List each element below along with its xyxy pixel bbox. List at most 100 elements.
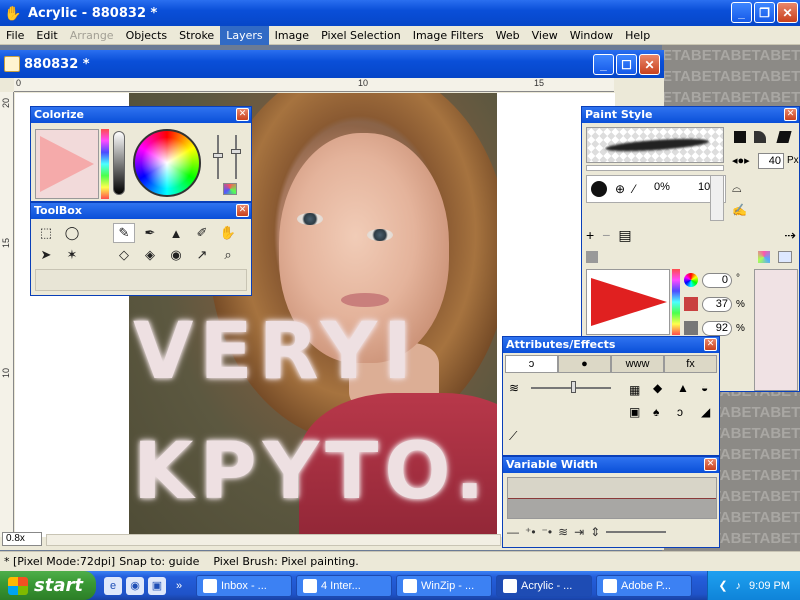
variable-width-close-button[interactable]: ✕ <box>704 458 717 471</box>
brush-preview-scrollbar[interactable] <box>586 165 724 171</box>
taskbar-item[interactable]: WinZip - ... <box>396 574 492 597</box>
remove-icon[interactable]: − <box>602 227 610 243</box>
chevron-right-icon[interactable]: » <box>170 577 188 595</box>
tab-texture[interactable]: www <box>611 355 664 373</box>
paint-color-triangle[interactable] <box>586 269 670 335</box>
chisel-tip-icon[interactable] <box>776 131 792 143</box>
tray-arrow-icon[interactable]: ❮ <box>718 579 727 592</box>
pen-icon[interactable]: ✒ <box>139 223 161 243</box>
doc-maximize-button[interactable]: ☐ <box>616 54 637 75</box>
close-button[interactable]: ✕ <box>777 2 798 23</box>
square-tip-icon[interactable] <box>734 131 746 143</box>
grid-icon[interactable]: ▦ <box>629 383 640 397</box>
colorize-swatch[interactable] <box>35 129 99 199</box>
menu-file[interactable]: File <box>0 26 30 45</box>
start-button[interactable]: start <box>0 571 96 600</box>
add-icon[interactable]: + <box>586 227 594 243</box>
menu-image-filters[interactable]: Image Filters <box>407 26 490 45</box>
cap-icon-3[interactable]: ◒ <box>701 381 708 395</box>
colorize-sliders[interactable] <box>207 129 249 199</box>
colorize-close-button[interactable]: ✕ <box>236 108 249 121</box>
attributes-close-button[interactable]: ✕ <box>704 338 717 351</box>
properties-icon[interactable]: ▤ <box>618 227 631 244</box>
join-icon-1[interactable]: ▣ <box>629 405 640 419</box>
eyedropper-icon[interactable]: ✐ <box>191 223 213 243</box>
menu-arrange[interactable]: Arrange <box>64 26 120 45</box>
paint-style-close-button[interactable]: ✕ <box>784 108 797 121</box>
vw-remove-point-icon[interactable]: ⁻• <box>542 525 553 539</box>
colorize-hue-strip[interactable] <box>101 129 109 199</box>
join-icon-3[interactable]: ↄ <box>677 405 683 419</box>
swap-color-button[interactable] <box>778 251 792 263</box>
fill-icon[interactable]: ◈ <box>139 245 161 265</box>
doc-close-button[interactable]: ✕ <box>639 54 660 75</box>
brush-icon[interactable]: ✎ <box>113 223 135 243</box>
ie-icon[interactable]: e <box>104 576 122 595</box>
dash-icon[interactable]: ⟋ <box>509 429 517 444</box>
menu-objects[interactable]: Objects <box>120 26 174 45</box>
zoom-icon[interactable]: ⌕ <box>217 245 239 265</box>
brush-stroke-preview[interactable] <box>586 127 724 163</box>
menu-window[interactable]: Window <box>564 26 619 45</box>
magic-wand-icon[interactable]: ✶ <box>61 245 83 265</box>
menu-layers[interactable]: Layers <box>220 25 269 45</box>
vw-add-point-icon[interactable]: ⁺• <box>525 525 536 539</box>
hue-field[interactable]: 0 <box>702 273 732 288</box>
variable-width-preview[interactable] <box>507 477 717 519</box>
arrow-right-icon[interactable]: ⇢ <box>784 227 796 244</box>
taskbar-item[interactable]: Inbox - ... <box>196 574 292 597</box>
stamp-icon[interactable]: ▲ <box>165 223 187 243</box>
colorize-gray-slider[interactable] <box>113 131 125 195</box>
media-icon[interactable]: ◉ <box>126 576 144 595</box>
vw-insert-icon[interactable]: ⇥ <box>574 525 584 539</box>
volume-icon[interactable]: ♪ <box>736 580 742 592</box>
menu-pixel-selection[interactable]: Pixel Selection <box>315 26 407 45</box>
vw-wave-icon[interactable]: ≋ <box>558 525 568 539</box>
options-scrollbar[interactable] <box>710 175 724 221</box>
vw-minus-icon[interactable]: — <box>507 525 519 539</box>
palette-swatch-icon[interactable] <box>586 251 598 263</box>
menu-view[interactable]: View <box>526 26 564 45</box>
minimize-button[interactable]: _ <box>731 2 752 23</box>
eraser-icon[interactable]: ◇ <box>113 245 135 265</box>
lens-icon[interactable]: ⌓ <box>732 181 742 196</box>
join-icon-2[interactable]: ♠ <box>653 405 659 419</box>
hand-icon[interactable]: ✋ <box>217 223 239 243</box>
tab-effects[interactable]: fx <box>664 355 717 373</box>
menu-stroke[interactable]: Stroke <box>173 26 220 45</box>
cap-icon-1[interactable]: ◆ <box>653 381 662 395</box>
toolbox-close-button[interactable]: ✕ <box>236 204 249 217</box>
restore-button[interactable]: ❐ <box>754 2 775 23</box>
join-icon-4[interactable]: ◢ <box>701 405 710 419</box>
rect-select-icon[interactable]: ⬚ <box>35 223 57 243</box>
cap-icon-2[interactable]: ▲ <box>677 381 689 395</box>
paint-hue-strip[interactable] <box>672 269 680 335</box>
menu-web[interactable]: Web <box>490 26 526 45</box>
stroke-width-thumb[interactable] <box>571 381 576 393</box>
tab-stroke[interactable]: ↄ <box>505 355 558 373</box>
vw-slider[interactable] <box>606 531 667 533</box>
doc-minimize-button[interactable]: _ <box>593 54 614 75</box>
tab-fill[interactable]: ● <box>558 355 611 373</box>
menu-image[interactable]: Image <box>269 26 315 45</box>
menu-edit[interactable]: Edit <box>30 26 63 45</box>
menu-help[interactable]: Help <box>619 26 656 45</box>
calligraphy-icon[interactable]: ✍ <box>732 203 747 217</box>
taskbar-item[interactable]: Adobe P... <box>596 574 692 597</box>
vw-width-icon[interactable]: ⇕ <box>590 525 600 539</box>
color-wheel[interactable] <box>133 129 201 197</box>
round-tip-icon[interactable] <box>754 131 766 143</box>
move-icon[interactable]: ➤ <box>35 245 57 265</box>
lightness-field[interactable]: 92 <box>702 321 732 336</box>
color-mode-icon[interactable] <box>223 183 237 195</box>
desktop-icon[interactable]: ▣ <box>148 576 166 595</box>
taskbar-item[interactable]: Acrylic - ... <box>496 574 592 597</box>
redeye-icon[interactable]: ◉ <box>165 245 187 265</box>
horizontal-scrollbar[interactable] <box>46 534 501 546</box>
zoom-level-field[interactable]: 0.8x <box>2 532 42 546</box>
saturation-field[interactable]: 37 <box>702 297 732 312</box>
taskbar-item[interactable]: 4 Inter... <box>296 574 392 597</box>
lasso-icon[interactable]: ◯ <box>61 223 83 243</box>
brush-size-field[interactable]: 40 <box>758 153 784 169</box>
picker-icon[interactable]: ↗ <box>191 245 213 265</box>
